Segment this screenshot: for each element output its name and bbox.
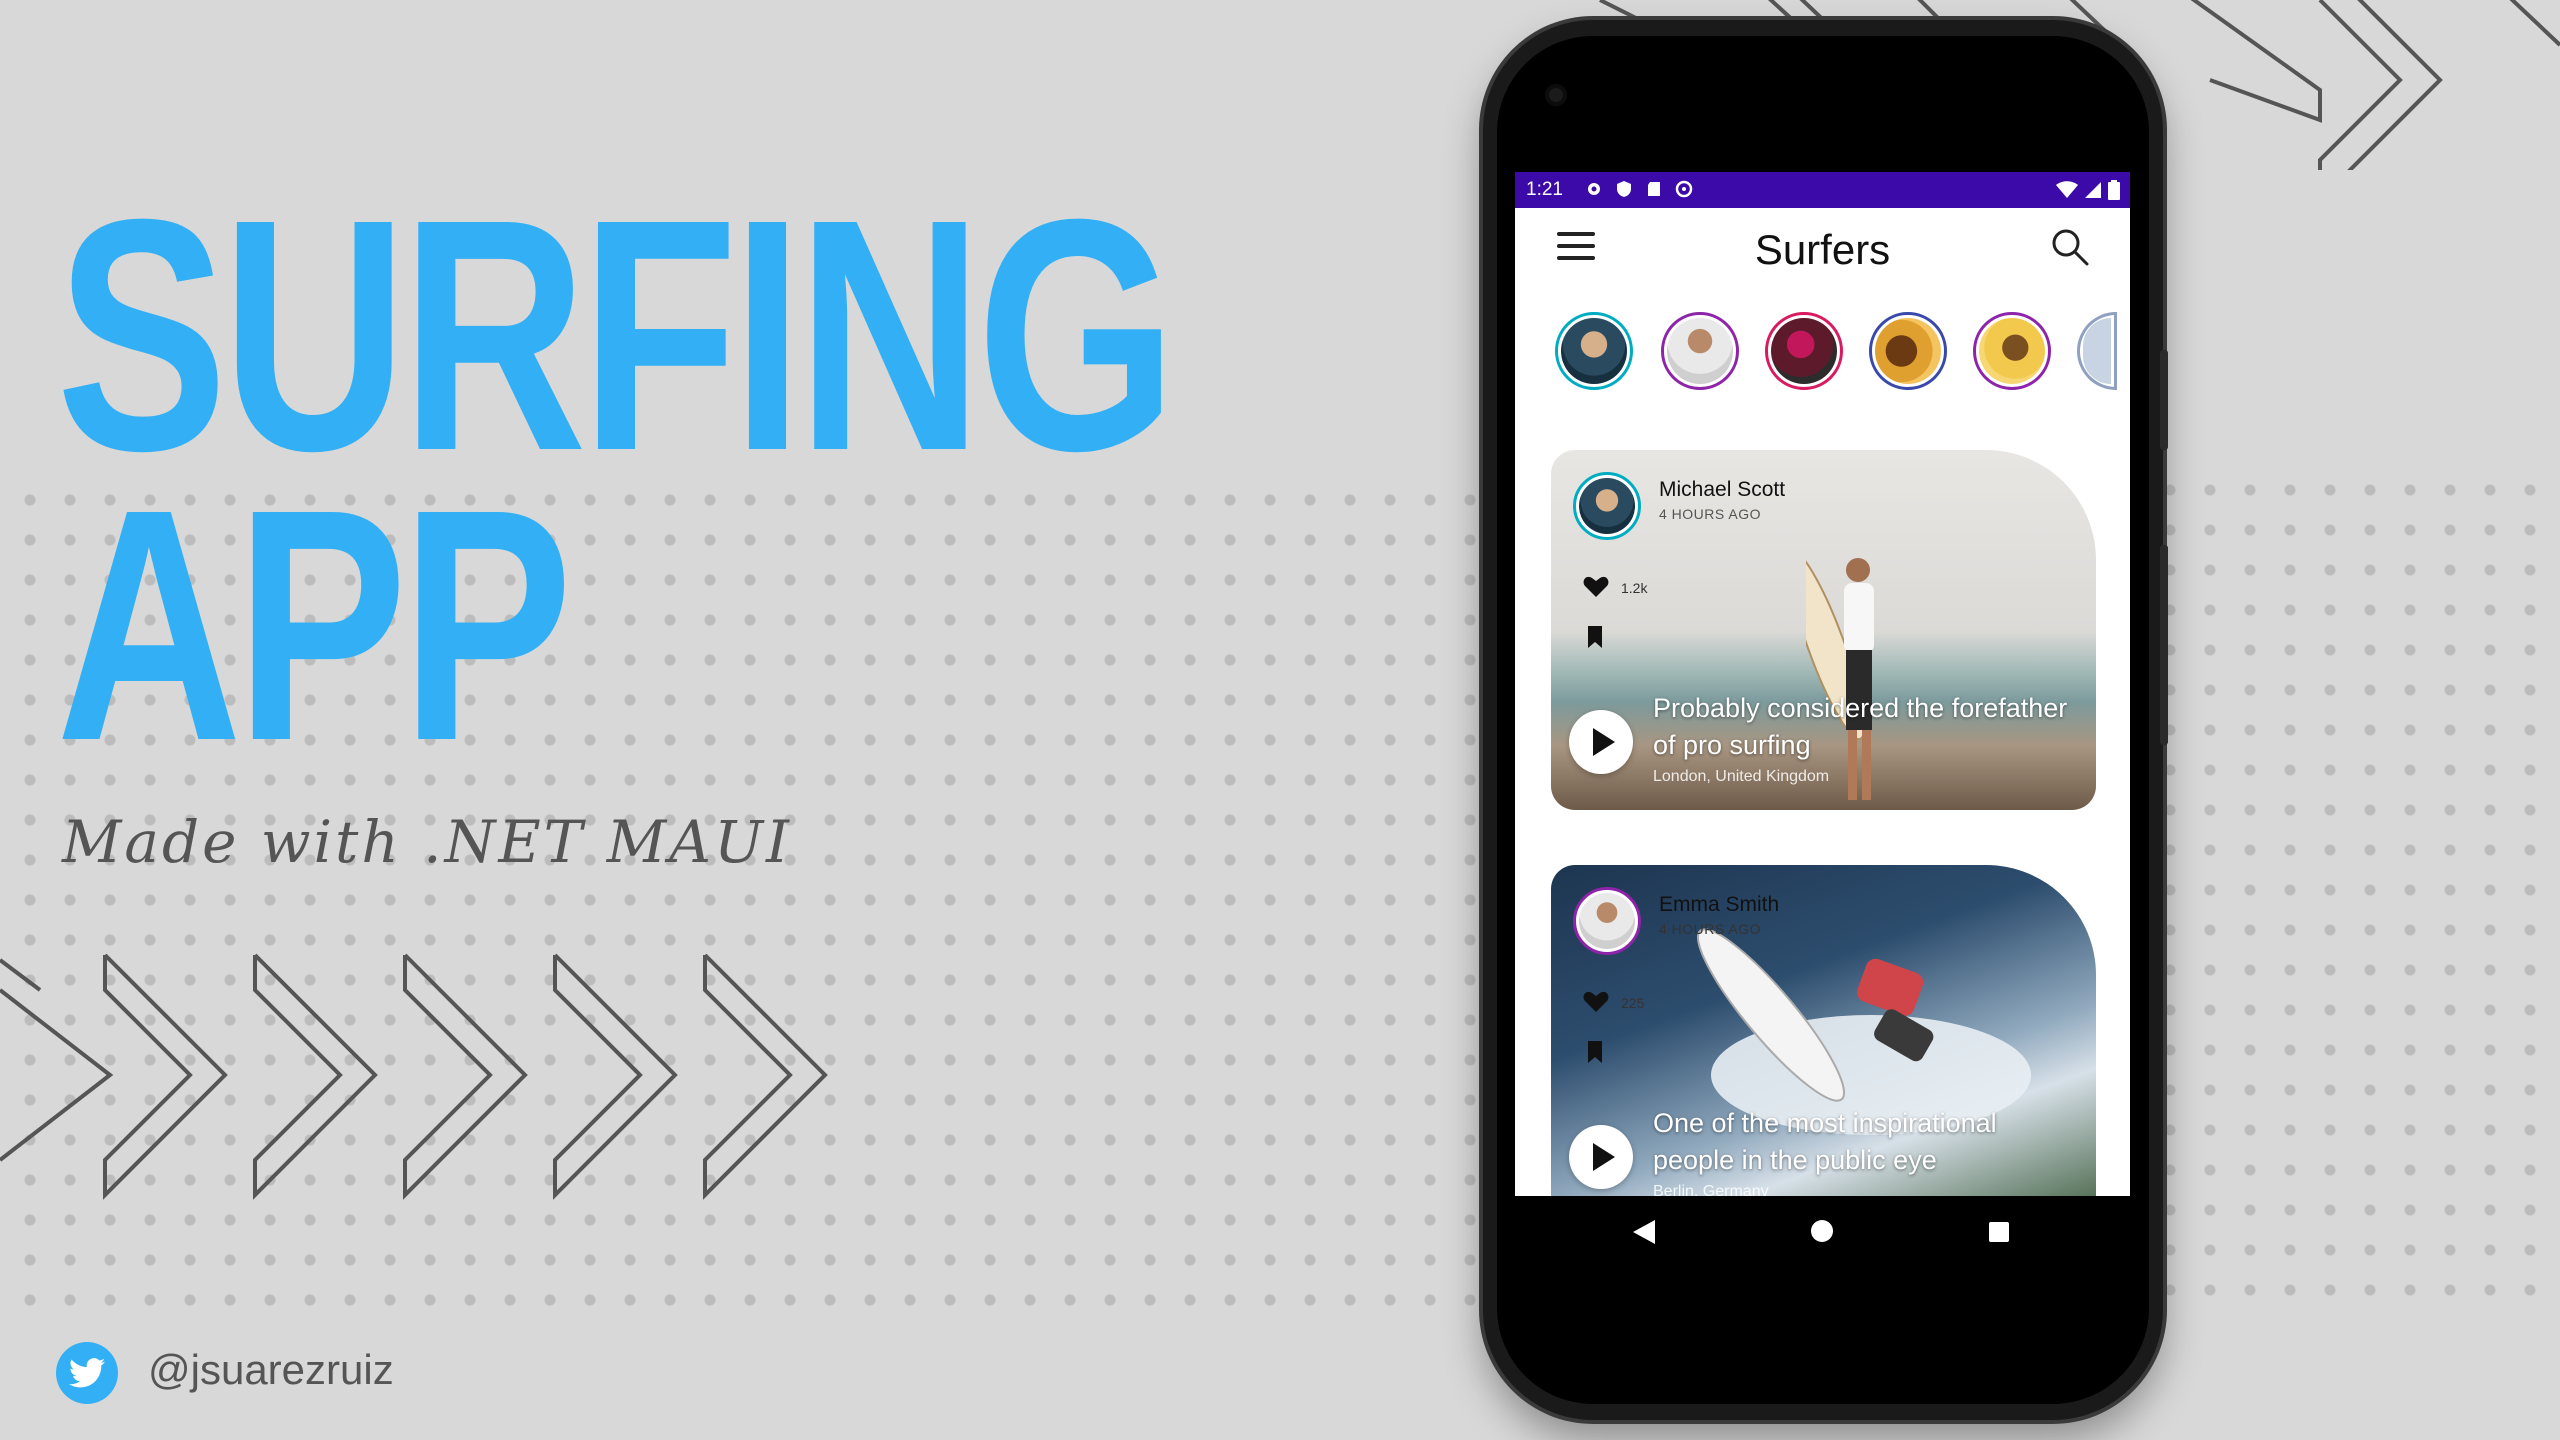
post-time: 4 HOURS AGO <box>1659 921 1761 937</box>
heart-icon[interactable] <box>1583 991 1609 1013</box>
post-location: London, United Kingdom <box>1653 768 1830 785</box>
post-card[interactable]: Michael Scott 4 HOURS AGO 1.2k Probably … <box>1551 450 2096 810</box>
post-time: 4 HOURS AGO <box>1659 506 1761 522</box>
back-icon[interactable] <box>1633 1220 1655 1244</box>
post-location: Berlin, Germany <box>1653 1183 1769 1196</box>
play-button[interactable] <box>1569 710 1633 774</box>
bookmark-icon[interactable] <box>1587 1041 1603 1063</box>
system-nav-bar <box>1515 1196 2130 1268</box>
like-count: 1.2k <box>1621 580 1648 596</box>
power-button <box>2160 350 2168 450</box>
promo-title-line-1: SURFING <box>56 150 1177 519</box>
story-avatar[interactable] <box>2077 312 2117 390</box>
promo-subtitle: Made with .NET MAUI <box>62 808 792 876</box>
front-camera <box>1545 84 1567 106</box>
dot-pattern-right <box>2150 470 2560 1320</box>
chevron-pattern-left <box>0 953 828 1200</box>
story-avatar[interactable] <box>1555 312 1633 390</box>
story-avatar[interactable] <box>1973 312 2051 390</box>
battery-icon <box>2108 180 2120 206</box>
post-card[interactable]: Emma Smith 4 HOURS AGO 225 One of the mo… <box>1551 865 2096 1196</box>
status-bar: 1:21 <box>1515 172 2130 208</box>
page-title: Surfers <box>1754 226 1891 273</box>
recents-icon[interactable] <box>1989 1222 2009 1242</box>
story-avatar[interactable] <box>1765 312 1843 390</box>
author-avatar[interactable] <box>1573 887 1641 955</box>
wifi-icon <box>2056 181 2078 205</box>
post-caption: One of the most inspirational people in … <box>1653 1108 1997 1175</box>
play-button[interactable] <box>1569 1125 1633 1189</box>
post-author: Michael Scott <box>1659 478 1786 501</box>
story-avatar[interactable] <box>1661 312 1739 390</box>
signal-icon <box>2084 181 2102 205</box>
status-time: 1:21 <box>1526 179 1563 200</box>
author-avatar[interactable] <box>1573 472 1641 540</box>
settings-icon <box>1585 180 1603 198</box>
post-caption: Probably considered the forefather of pr… <box>1653 693 2068 760</box>
stories-row <box>1555 312 2130 402</box>
twitter-handle[interactable]: @jsuarezruiz <box>148 1346 394 1394</box>
post-author: Emma Smith <box>1659 893 1780 916</box>
sd-card-icon <box>1645 180 1663 198</box>
shield-icon <box>1615 180 1633 198</box>
promo-title-line-2: APP <box>56 440 573 809</box>
twitter-icon[interactable] <box>56 1342 118 1404</box>
surfer-image <box>1806 549 1874 800</box>
bookmark-icon[interactable] <box>1587 626 1603 648</box>
like-count: 225 <box>1621 995 1645 1011</box>
story-avatar[interactable] <box>1869 312 1947 390</box>
search-icon[interactable] <box>2049 226 2091 268</box>
phone-screen: 1:21 Surfers Michael Scott 4 HOURS AGO 1… <box>1515 172 2130 1196</box>
home-icon[interactable] <box>1811 1220 1833 1242</box>
sync-icon <box>1675 180 1693 198</box>
heart-icon[interactable] <box>1583 576 1609 598</box>
volume-button <box>2160 545 2168 745</box>
app-bar: Surfers <box>1515 208 2130 292</box>
